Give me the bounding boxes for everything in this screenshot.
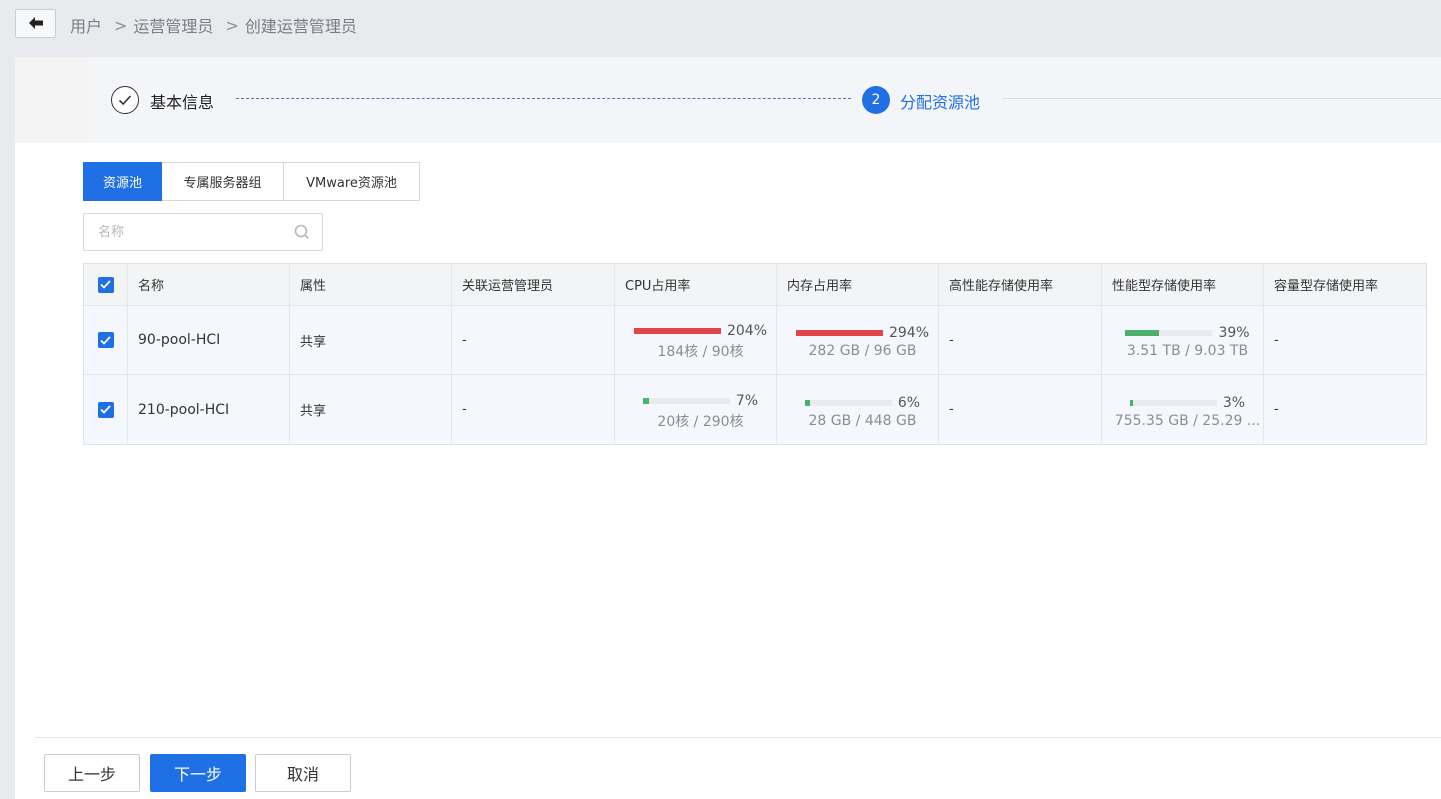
cpu-usage: 204% 184核 / 90核 [615,306,777,374]
usage-fill [642,397,649,404]
usage-fill [633,328,721,334]
stepper: 基本信息 2 分配资源池 [15,57,1441,143]
memory-usage-percent: 294% [888,325,930,341]
row-checkbox-cell [84,375,128,444]
breadcrumb-item-create-admin: 创建运营管理员 [244,17,357,36]
step-completed-marker [111,86,139,114]
row-checkbox[interactable] [97,401,114,418]
breadcrumb-item-users[interactable]: 用户 [70,13,102,37]
breadcrumb-item-ops-admin[interactable]: 运营管理员 [133,13,213,37]
memory-usage-detail: 28 GB / 448 GB [808,412,917,429]
step-connector [236,98,851,99]
usage-fill [1125,330,1160,336]
column-header-memory: 内存占用率 [777,264,939,305]
memory-usage: 6% 28 GB / 448 GB [777,375,939,444]
resource-pool-table: 名称 属性 关联运营管理员 CPU占用率 内存占用率 高性能存储使用率 性能型存… [83,263,1427,445]
cpu-usage-bar [642,397,730,404]
column-header-admin: 关联运营管理员 [452,264,615,305]
breadcrumb: 用户 > 运营管理员 > 创建运营管理员 [70,13,357,37]
search-icon[interactable] [294,224,310,240]
footer-divider [35,737,1441,738]
perf-storage-usage-bar [1129,399,1217,406]
tab-vmware-pool[interactable]: VMware资源池 [284,162,420,201]
prev-step-button[interactable]: 上一步 [44,754,140,792]
perf-storage-usage-percent: 39% [1218,325,1250,341]
perf-storage-usage-percent: 3% [1222,394,1246,411]
usage-fill [795,330,883,336]
pool-admin: - [452,306,615,374]
arrow-left-icon [28,14,43,33]
cpu-usage-percent: 204% [726,323,768,339]
memory-usage: 294% 282 GB / 96 GB [777,306,939,374]
breadcrumb-separator: > [225,15,239,35]
column-header-attr: 属性 [290,264,452,305]
top-bar: 用户 > 运营管理员 > 创建运营管理员 [0,0,1441,57]
pool-name: 210-pool-HCI [138,401,230,418]
row-checkbox-cell [84,306,128,374]
column-header-cap-storage: 容量型存储使用率 [1274,279,1379,294]
pool-name: 90-pool-HCI [138,332,221,348]
search-input[interactable] [85,215,285,249]
pool-attr: 共享 [290,375,452,444]
header-checkbox-cell [84,264,128,305]
cpu-usage-detail: 20核 / 290核 [657,413,744,430]
cap-storage-usage: - [1274,402,1279,417]
main-panel: 基本信息 2 分配资源池 资源池 专属服务器组 VMware资源池 名称 属性 … [15,57,1441,799]
tab-dedicated-server-group[interactable]: 专属服务器组 [162,162,284,201]
select-all-checkbox[interactable] [97,276,114,293]
next-step-button[interactable]: 下一步 [150,754,246,792]
hp-storage-usage: - [939,306,1102,374]
cpu-usage-detail: 184核 / 90核 [657,344,744,360]
check-icon [118,91,132,110]
table-row[interactable]: 90-pool-HCI 共享 - 204% 184核 / 90核 294% 28… [84,306,1426,375]
memory-usage-percent: 6% [897,394,921,411]
cancel-button[interactable]: 取消 [255,754,351,792]
perf-storage-usage: 39% 3.51 TB / 9.03 TB [1102,306,1264,374]
memory-usage-detail: 282 GB / 96 GB [808,343,917,359]
pool-admin: - [452,375,615,444]
perf-storage-usage-bar [1125,330,1213,336]
column-header-perf-storage: 性能型存储使用率 [1102,264,1264,305]
stepper-gutter [15,57,90,143]
perf-storage-usage-detail: 755.35 GB / 25.29 ... [1114,412,1261,429]
step-number-badge: 2 [862,86,890,114]
breadcrumb-separator: > [114,15,128,35]
memory-usage-bar [795,330,883,336]
cpu-usage-percent: 7% [735,392,759,409]
tab-resource-pool[interactable]: 资源池 [83,162,162,201]
column-header-hp-storage: 高性能存储使用率 [939,264,1102,305]
cap-storage-usage: - [1274,332,1279,348]
table-header-row: 名称 属性 关联运营管理员 CPU占用率 内存占用率 高性能存储使用率 性能型存… [84,264,1426,306]
perf-storage-usage: 3% 755.35 GB / 25.29 ... [1102,375,1264,444]
perf-storage-usage-detail: 3.51 TB / 9.03 TB [1126,343,1249,359]
search-box [83,213,323,251]
pool-name-cell: 210-pool-HCI [128,375,290,444]
row-checkbox[interactable] [97,332,114,348]
column-header-name: 名称 [128,264,290,305]
cpu-usage-bar [633,328,721,334]
step-basic-info-label: 基本信息 [150,93,215,112]
pool-attr: 共享 [290,306,452,374]
table-row[interactable]: 210-pool-HCI 共享 - 7% 20核 / 290核 6% 28 GB… [84,375,1426,444]
pool-name-cell: 90-pool-HCI [128,306,290,374]
step-connector [1003,98,1441,99]
column-header-cpu: CPU占用率 [615,264,777,305]
cpu-usage: 7% 20核 / 290核 [615,375,777,444]
memory-usage-bar [804,399,892,406]
usage-fill [804,399,811,406]
hp-storage-usage: - [939,375,1102,444]
tab-bar: 资源池 专属服务器组 VMware资源池 [83,162,420,201]
step-assign-pool-label: 分配资源池 [900,93,981,112]
back-button[interactable] [15,9,56,38]
usage-fill [1129,399,1133,406]
